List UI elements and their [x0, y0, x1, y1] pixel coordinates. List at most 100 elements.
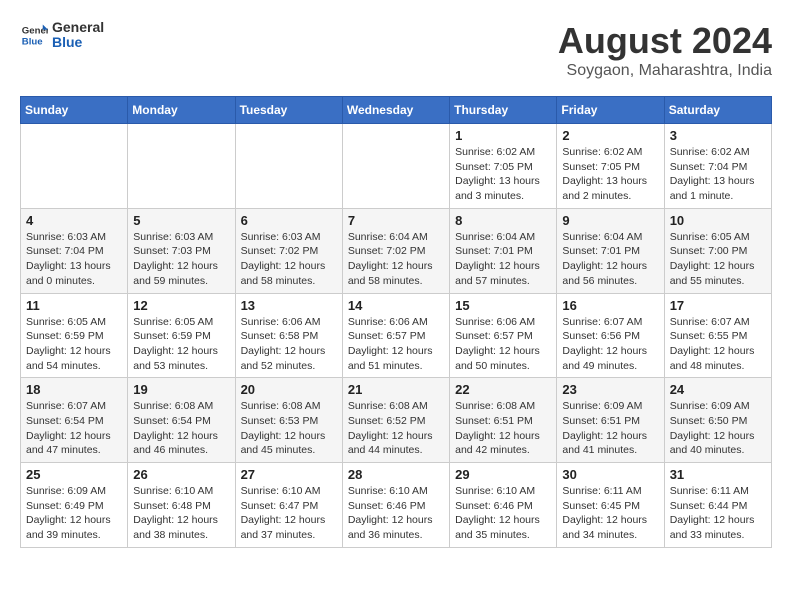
calendar-cell: 1 Sunrise: 6:02 AM Sunset: 7:05 PM Daylig…	[450, 124, 557, 209]
calendar-cell: 13Sunrise: 6:06 AM Sunset: 6:58 PM Dayli…	[235, 293, 342, 378]
cell-info: Sunrise: 6:08 AM Sunset: 6:53 PM Dayligh…	[241, 399, 337, 458]
cell-info: Sunrise: 6:03 AM Sunset: 7:02 PM Dayligh…	[241, 230, 337, 289]
calendar-table: SundayMondayTuesdayWednesdayThursdayFrid…	[20, 96, 772, 548]
cell-date: 12	[133, 298, 229, 313]
cell-info: Sunrise: 6:06 AM Sunset: 6:58 PM Dayligh…	[241, 315, 337, 374]
calendar-cell: 6 Sunrise: 6:03 AM Sunset: 7:02 PM Daylig…	[235, 208, 342, 293]
calendar-week: 4 Sunrise: 6:03 AM Sunset: 7:04 PM Daylig…	[21, 208, 772, 293]
cell-date: 3	[670, 128, 766, 143]
calendar-cell: 4 Sunrise: 6:03 AM Sunset: 7:04 PM Daylig…	[21, 208, 128, 293]
calendar-cell: 27 Sunrise: 6:10 AM Sunset: 6:47 PM Dayli…	[235, 463, 342, 548]
calendar-cell: 23 Sunrise: 6:09 AM Sunset: 6:51 PM Dayli…	[557, 378, 664, 463]
cell-date: 29	[455, 467, 551, 482]
calendar-cell: 15Sunrise: 6:06 AM Sunset: 6:57 PM Dayli…	[450, 293, 557, 378]
cell-date: 30	[562, 467, 658, 482]
cell-date: 5	[133, 213, 229, 228]
cell-date: 4	[26, 213, 122, 228]
calendar-cell: 30 Sunrise: 6:11 AM Sunset: 6:45 PM Dayli…	[557, 463, 664, 548]
calendar-cell: 20 Sunrise: 6:08 AM Sunset: 6:53 PM Dayli…	[235, 378, 342, 463]
cell-info: Sunrise: 6:10 AM Sunset: 6:48 PM Dayligh…	[133, 484, 229, 543]
cell-info: Sunrise: 6:08 AM Sunset: 6:52 PM Dayligh…	[348, 399, 444, 458]
calendar-cell: 7Sunrise: 6:04 AM Sunset: 7:02 PM Daylig…	[342, 208, 449, 293]
cell-date: 26	[133, 467, 229, 482]
calendar-cell: 29Sunrise: 6:10 AM Sunset: 6:46 PM Dayli…	[450, 463, 557, 548]
logo: General Blue GeneralBlue	[20, 20, 104, 51]
cell-date: 22	[455, 382, 551, 397]
svg-text:Blue: Blue	[22, 37, 43, 48]
calendar-cell: 21 Sunrise: 6:08 AM Sunset: 6:52 PM Dayli…	[342, 378, 449, 463]
header-cell: Wednesday	[342, 97, 449, 124]
cell-info: Sunrise: 6:08 AM Sunset: 6:51 PM Dayligh…	[455, 399, 551, 458]
calendar-cell: 11Sunrise: 6:05 AM Sunset: 6:59 PM Dayli…	[21, 293, 128, 378]
calendar-cell: 28Sunrise: 6:10 AM Sunset: 6:46 PM Dayli…	[342, 463, 449, 548]
cell-date: 20	[241, 382, 337, 397]
calendar-cell	[235, 124, 342, 209]
logo-icon: General Blue	[20, 21, 48, 49]
header-cell: Thursday	[450, 97, 557, 124]
cell-info: Sunrise: 6:04 AM Sunset: 7:01 PM Dayligh…	[562, 230, 658, 289]
header-cell: Friday	[557, 97, 664, 124]
calendar-cell: 5 Sunrise: 6:03 AM Sunset: 7:03 PM Daylig…	[128, 208, 235, 293]
header-cell: Sunday	[21, 97, 128, 124]
calendar-cell: 12 Sunrise: 6:05 AM Sunset: 6:59 PM Dayli…	[128, 293, 235, 378]
header-cell: Monday	[128, 97, 235, 124]
cell-info: Sunrise: 6:07 AM Sunset: 6:54 PM Dayligh…	[26, 399, 122, 458]
cell-info: Sunrise: 6:06 AM Sunset: 6:57 PM Dayligh…	[455, 315, 551, 374]
cell-date: 25	[26, 467, 122, 482]
calendar-cell: 19Sunrise: 6:08 AM Sunset: 6:54 PM Dayli…	[128, 378, 235, 463]
calendar-cell: 18 Sunrise: 6:07 AM Sunset: 6:54 PM Dayli…	[21, 378, 128, 463]
calendar-cell: 16 Sunrise: 6:07 AM Sunset: 6:56 PM Dayli…	[557, 293, 664, 378]
cell-date: 18	[26, 382, 122, 397]
cell-date: 2	[562, 128, 658, 143]
calendar-cell: 10 Sunrise: 6:05 AM Sunset: 7:00 PM Dayli…	[664, 208, 771, 293]
cell-date: 8	[455, 213, 551, 228]
cell-date: 17	[670, 298, 766, 313]
cell-info: Sunrise: 6:03 AM Sunset: 7:04 PM Dayligh…	[26, 230, 122, 289]
calendar-cell: 22 Sunrise: 6:08 AM Sunset: 6:51 PM Dayli…	[450, 378, 557, 463]
cell-date: 9	[562, 213, 658, 228]
cell-info: Sunrise: 6:11 AM Sunset: 6:44 PM Dayligh…	[670, 484, 766, 543]
cell-info: Sunrise: 6:09 AM Sunset: 6:51 PM Dayligh…	[562, 399, 658, 458]
page-header: General Blue GeneralBlue August 2024 Soy…	[20, 20, 772, 80]
cell-info: Sunrise: 6:05 AM Sunset: 6:59 PM Dayligh…	[133, 315, 229, 374]
calendar-header: SundayMondayTuesdayWednesdayThursdayFrid…	[21, 97, 772, 124]
cell-date: 6	[241, 213, 337, 228]
cell-info: Sunrise: 6:07 AM Sunset: 6:55 PM Dayligh…	[670, 315, 766, 374]
calendar-week: 18 Sunrise: 6:07 AM Sunset: 6:54 PM Dayli…	[21, 378, 772, 463]
cell-info: Sunrise: 6:02 AM Sunset: 7:05 PM Dayligh…	[455, 145, 551, 204]
cell-info: Sunrise: 6:04 AM Sunset: 7:01 PM Dayligh…	[455, 230, 551, 289]
cell-info: Sunrise: 6:03 AM Sunset: 7:03 PM Dayligh…	[133, 230, 229, 289]
cell-date: 1	[455, 128, 551, 143]
cell-date: 19	[133, 382, 229, 397]
cell-info: Sunrise: 6:09 AM Sunset: 6:49 PM Dayligh…	[26, 484, 122, 543]
cell-date: 31	[670, 467, 766, 482]
calendar-cell: 8 Sunrise: 6:04 AM Sunset: 7:01 PM Daylig…	[450, 208, 557, 293]
cell-date: 16	[562, 298, 658, 313]
cell-info: Sunrise: 6:02 AM Sunset: 7:05 PM Dayligh…	[562, 145, 658, 204]
header-row: SundayMondayTuesdayWednesdayThursdayFrid…	[21, 97, 772, 124]
cell-info: Sunrise: 6:07 AM Sunset: 6:56 PM Dayligh…	[562, 315, 658, 374]
cell-info: Sunrise: 6:05 AM Sunset: 7:00 PM Dayligh…	[670, 230, 766, 289]
cell-date: 23	[562, 382, 658, 397]
calendar-week: 11Sunrise: 6:05 AM Sunset: 6:59 PM Dayli…	[21, 293, 772, 378]
title-block: August 2024 Soygaon, Maharashtra, India	[558, 20, 772, 80]
header-cell: Saturday	[664, 97, 771, 124]
calendar-cell: 9 Sunrise: 6:04 AM Sunset: 7:01 PM Daylig…	[557, 208, 664, 293]
cell-info: Sunrise: 6:05 AM Sunset: 6:59 PM Dayligh…	[26, 315, 122, 374]
calendar-week: 25 Sunrise: 6:09 AM Sunset: 6:49 PM Dayli…	[21, 463, 772, 548]
calendar-cell: 24Sunrise: 6:09 AM Sunset: 6:50 PM Dayli…	[664, 378, 771, 463]
cell-date: 21	[348, 382, 444, 397]
cell-info: Sunrise: 6:10 AM Sunset: 6:47 PM Dayligh…	[241, 484, 337, 543]
cell-info: Sunrise: 6:11 AM Sunset: 6:45 PM Dayligh…	[562, 484, 658, 543]
calendar-cell	[342, 124, 449, 209]
calendar-cell: 3 Sunrise: 6:02 AM Sunset: 7:04 PM Daylig…	[664, 124, 771, 209]
cell-date: 27	[241, 467, 337, 482]
cell-date: 10	[670, 213, 766, 228]
cell-info: Sunrise: 6:09 AM Sunset: 6:50 PM Dayligh…	[670, 399, 766, 458]
calendar-cell: 31 Sunrise: 6:11 AM Sunset: 6:44 PM Dayli…	[664, 463, 771, 548]
calendar-week: 1 Sunrise: 6:02 AM Sunset: 7:05 PM Daylig…	[21, 124, 772, 209]
calendar-cell: 2 Sunrise: 6:02 AM Sunset: 7:05 PM Daylig…	[557, 124, 664, 209]
cell-info: Sunrise: 6:02 AM Sunset: 7:04 PM Dayligh…	[670, 145, 766, 204]
calendar-cell: 25 Sunrise: 6:09 AM Sunset: 6:49 PM Dayli…	[21, 463, 128, 548]
header-cell: Tuesday	[235, 97, 342, 124]
